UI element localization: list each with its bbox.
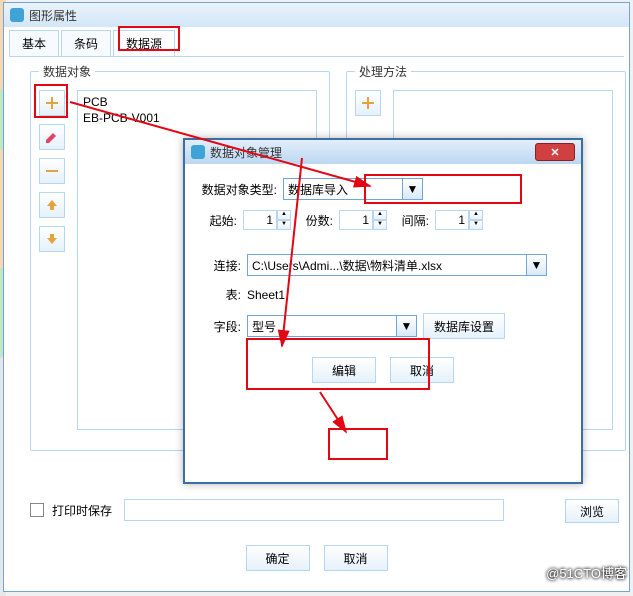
save-on-print-label: 打印时保存	[52, 502, 112, 519]
data-object-group-label: 数据对象	[39, 63, 95, 80]
save-on-print-row: 打印时保存	[30, 499, 504, 521]
main-title: 图形属性	[29, 7, 77, 24]
gap-label: 间隔:	[393, 212, 429, 229]
modal-cancel-button[interactable]: 取消	[390, 357, 454, 383]
chevron-down-icon: ▼	[396, 316, 416, 336]
data-object-manage-dialog: 数据对象管理 ✕ 数据对象类型: 数据库导入 ▼ 起始: ▲▼ 份数: ▲▼ 间…	[183, 138, 583, 484]
type-value: 数据库导入	[284, 179, 402, 199]
type-label: 数据对象类型:	[197, 181, 277, 198]
list-item[interactable]: EB-PCB-V001	[81, 110, 313, 126]
data-object-toolbar	[39, 90, 65, 252]
process-method-group-label: 处理方法	[355, 63, 411, 80]
conn-label: 连接:	[197, 257, 241, 274]
browse-button[interactable]: 浏览	[565, 499, 619, 523]
chevron-down-icon: ▼	[402, 179, 422, 199]
table-value: Sheet1	[247, 288, 285, 302]
main-titlebar: 图形属性	[4, 3, 629, 27]
table-label: 表:	[197, 286, 241, 303]
close-button[interactable]: ✕	[535, 143, 575, 161]
modal-button-row: 编辑 取消	[197, 357, 569, 383]
tab-barcode[interactable]: 条码	[61, 30, 111, 56]
conn-value: C:\Users\Admi...\数据\物料清单.xlsx	[248, 255, 526, 275]
list-item[interactable]: PCB	[81, 94, 313, 110]
db-settings-button[interactable]: 数据库设置	[423, 313, 505, 339]
tab-basic[interactable]: 基本	[9, 30, 59, 56]
watermark: @51CTO博客	[546, 563, 627, 582]
process-add-button[interactable]	[355, 90, 381, 116]
ok-button[interactable]: 确定	[246, 545, 310, 571]
start-label: 起始:	[197, 212, 237, 229]
app-icon	[10, 8, 24, 22]
process-toolbar	[355, 90, 381, 116]
copies-label: 份数:	[297, 212, 333, 229]
gap-spinner[interactable]: ▲▼	[435, 210, 483, 230]
field-combo[interactable]: 型号 ▼	[247, 315, 417, 337]
modal-title: 数据对象管理	[210, 144, 282, 161]
move-down-button[interactable]	[39, 226, 65, 252]
start-spinner[interactable]: ▲▼	[243, 210, 291, 230]
field-value: 型号	[248, 316, 396, 336]
copies-input[interactable]	[339, 210, 373, 230]
add-button[interactable]	[39, 90, 65, 116]
conn-combo[interactable]: C:\Users\Admi...\数据\物料清单.xlsx ▼	[247, 254, 547, 276]
tab-datasource[interactable]: 数据源	[113, 30, 175, 56]
modal-icon	[191, 145, 205, 159]
save-on-print-checkbox[interactable]	[30, 503, 44, 517]
save-path-field[interactable]	[124, 499, 504, 521]
tab-strip: 基本 条码 数据源	[9, 30, 624, 57]
modal-titlebar: 数据对象管理 ✕	[185, 140, 581, 164]
modal-edit-button[interactable]: 编辑	[312, 357, 376, 383]
copies-spinner[interactable]: ▲▼	[339, 210, 387, 230]
type-combo[interactable]: 数据库导入 ▼	[283, 178, 423, 200]
gap-input[interactable]	[435, 210, 469, 230]
move-up-button[interactable]	[39, 192, 65, 218]
cancel-button[interactable]: 取消	[324, 545, 388, 571]
field-label: 字段:	[197, 318, 241, 335]
edit-button[interactable]	[39, 124, 65, 150]
remove-button[interactable]	[39, 158, 65, 184]
main-button-row: 确定 取消	[4, 545, 629, 571]
start-input[interactable]	[243, 210, 277, 230]
chevron-down-icon: ▼	[526, 255, 546, 275]
